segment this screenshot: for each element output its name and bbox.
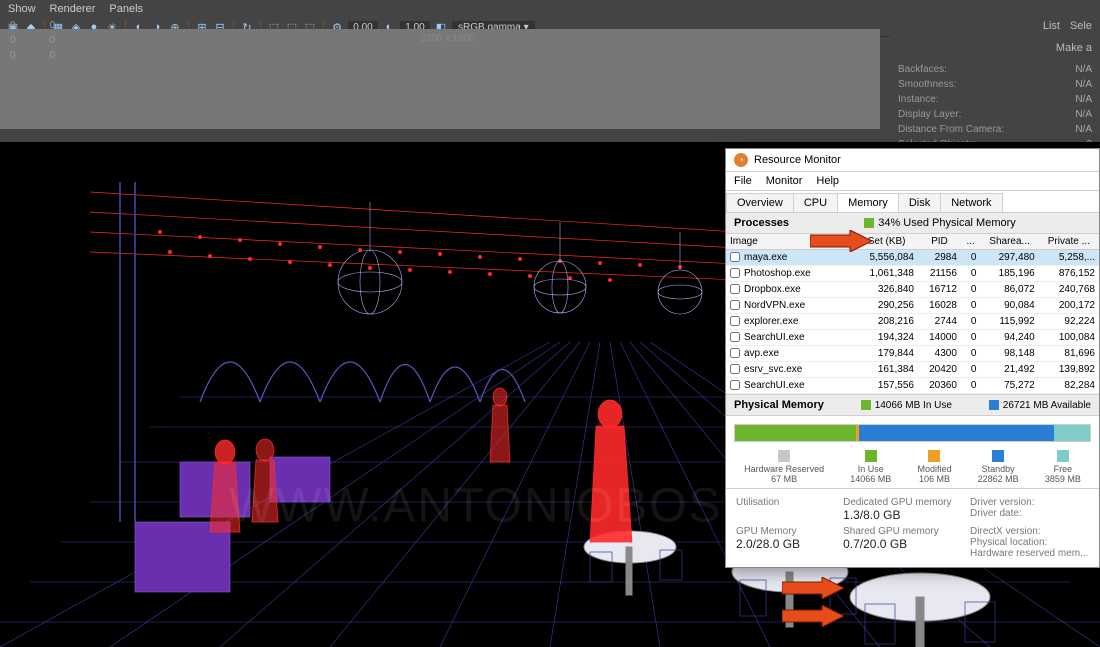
resmon-title-text: Resource Monitor [754,154,841,166]
stat-row: Smoothness:N/A [892,77,1098,92]
physmem-header[interactable]: Physical Memory 14066 MB In Use 26721 MB… [726,394,1099,416]
gpu-util-label: Utilisation [736,497,835,508]
menu-panels[interactable]: Panels [109,3,143,15]
memory-legend: Hardware Reserved67 MB In Use14066 MB Modi… [726,450,1099,488]
tab-memory[interactable]: Memory [837,193,899,212]
stat-row: Display Layer:N/A [892,107,1098,122]
stat-row: Instance:N/A [892,92,1098,107]
physmem-title: Physical Memory [734,399,824,411]
processes-title: Processes [734,217,789,229]
gpu-shared-value: 0.7/20.0 GB [843,537,962,551]
led-icon [864,218,874,228]
used-phys-label: 34% Used Physical Memory [878,217,1016,229]
resmon-titlebar[interactable]: ◔ Resource Monitor [726,149,1099,172]
legend-item: Standby22862 MB [978,450,1019,484]
resource-monitor-window[interactable]: ◔ Resource Monitor File Monitor Help Ove… [725,148,1100,568]
dx-ver: DirectX version: [970,526,1089,537]
resmon-menu-file[interactable]: File [734,175,752,187]
resmon-tabs[interactable]: Overview CPU Memory Disk Network [726,191,1099,212]
status-readout: 00 00 00 [10,18,55,63]
gpu-ded-value: 1.3/8.0 GB [843,508,962,522]
tab-select[interactable]: Sele [1070,20,1092,32]
legend-item: Modified106 MB [917,450,951,484]
table-row[interactable]: Photoshop.exe1,061,348211560185,196876,1… [726,266,1099,282]
driver-ver: Driver version: [970,497,1089,508]
tab-overview[interactable]: Overview [726,193,794,212]
table-row[interactable]: avp.exe179,8444300098,14881,696 [726,346,1099,362]
tab-network[interactable]: Network [940,193,1002,212]
col-header[interactable]: Sharea... [980,234,1038,250]
menu-renderer[interactable]: Renderer [50,3,96,15]
gpu-mem-value: 2.0/28.0 GB [736,537,835,551]
phys-loc: Physical location: [970,537,1089,548]
led-icon [989,400,999,410]
physmem-avail: 26721 MB Available [1003,400,1091,411]
table-row[interactable]: maya.exe5,556,08429840297,4805,258,... [726,250,1099,266]
physmem-inuse: 14066 MB In Use [875,400,952,411]
make-link[interactable]: Make a [890,38,1100,58]
viewport-band [0,29,880,129]
col-header[interactable]: Working Set (KB) [816,234,918,250]
resmon-menu[interactable]: File Monitor Help [726,172,1099,191]
row-checkbox[interactable] [730,252,740,262]
row-checkbox[interactable] [730,332,740,342]
legend-item: Free3859 MB [1045,450,1081,484]
menu-show[interactable]: Show [8,3,36,15]
resmon-menu-help[interactable]: Help [816,175,839,187]
table-row[interactable]: esrv_svc.exe161,38420420021,492139,892 [726,362,1099,378]
tab-disk[interactable]: Disk [898,193,941,212]
stat-row: Backfaces:N/A [892,62,1098,77]
row-checkbox[interactable] [730,284,740,294]
tab-cpu[interactable]: CPU [793,193,838,212]
col-header[interactable]: PID [918,234,961,250]
row-checkbox[interactable] [730,268,740,278]
table-row[interactable]: SearchUI.exe194,32414000094,240100,084 [726,330,1099,346]
stat-row: Distance From Camera:N/A [892,122,1098,137]
gpu-mem-label: GPU Memory [736,526,835,537]
gpu-section: Utilisation Dedicated GPU memory1.3/8.0 … [726,488,1099,567]
gpu-ded-label: Dedicated GPU memory [843,497,962,508]
col-header[interactable]: Image [726,234,816,250]
tab-list[interactable]: List [1043,20,1060,32]
table-row[interactable]: SearchUI.exe157,55620360075,27282,284 [726,378,1099,394]
process-table[interactable]: ImageWorking Set (KB)PID...Sharea...Priv… [726,234,1099,394]
row-checkbox[interactable] [730,364,740,374]
table-row[interactable]: explorer.exe208,21627440115,99292,224 [726,314,1099,330]
led-icon [861,400,871,410]
table-row[interactable]: NordVPN.exe290,25616028090,084200,172 [726,298,1099,314]
row-checkbox[interactable] [730,316,740,326]
legend-item: Hardware Reserved67 MB [744,450,824,484]
attribute-panel: List Sele Make a Backfaces:N/ASmoothness… [890,18,1100,156]
processes-header[interactable]: Processes 34% Used Physical Memory [726,212,1099,234]
legend-item: In Use14066 MB [850,450,891,484]
row-checkbox[interactable] [730,348,740,358]
memory-bar [734,424,1091,442]
maya-menubar[interactable]: Show Renderer Panels [0,0,1100,18]
col-header[interactable]: ... [961,234,981,250]
row-checkbox[interactable] [730,300,740,310]
driver-date: Driver date: [970,508,1089,519]
resmon-icon: ◔ [734,153,748,167]
col-header[interactable]: Private ... [1039,234,1099,250]
render-resolution: 3200 x 1800 [420,33,475,44]
resmon-menu-monitor[interactable]: Monitor [766,175,803,187]
gpu-shared-label: Shared GPU memory [843,526,962,537]
table-row[interactable]: Dropbox.exe326,84016712086,072240,768 [726,282,1099,298]
row-checkbox[interactable] [730,380,740,390]
hw-res: Hardware reserved mem... [970,548,1089,559]
